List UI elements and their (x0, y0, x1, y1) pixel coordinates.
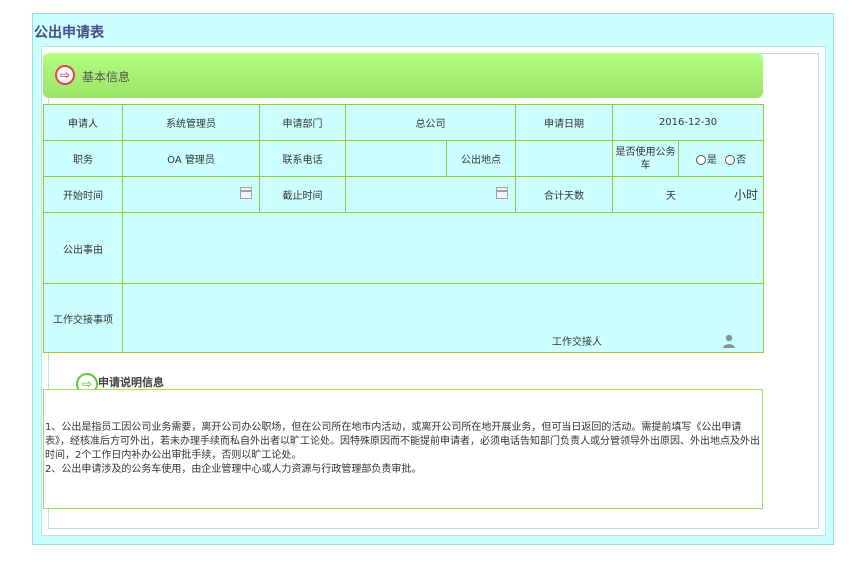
location-input[interactable] (515, 140, 613, 177)
applicant-value: 系统管理员 (122, 104, 260, 141)
calendar-icon[interactable] (496, 187, 508, 199)
notes-line-2: 2、公出申请涉及的公务车使用，由企业管理中心或人力资源与行政管理部负责审批。 (45, 464, 422, 475)
dept-label: 申请部门 (259, 104, 346, 141)
car-yes-radio[interactable] (695, 155, 706, 165)
car-yes-label: 是 (706, 155, 717, 166)
start-time-input[interactable] (122, 176, 260, 213)
handover-label: 工作交接事项 (43, 283, 123, 353)
basic-info-title: 基本信息 (82, 70, 131, 84)
table-row: 职务 OA 管理员 联系电话 公出地点 是否使用公务车 是 否 (43, 140, 764, 177)
notes-text: 1、公出是指员工因公司业务需要，离开公司办公职场，但在公司所在地市内活动，或离开… (44, 421, 762, 477)
table-row: 工作交接事项 工作交接人 (43, 283, 764, 353)
table-row: 申请人 系统管理员 申请部门 总公司 申请日期 2016-12-30 (43, 104, 764, 141)
dept-value: 总公司 (345, 104, 516, 141)
start-label: 开始时间 (43, 176, 123, 213)
location-label: 公出地点 (446, 140, 516, 177)
day-unit: 天 (666, 191, 676, 202)
reason-input[interactable] (122, 212, 764, 284)
car-label: 是否使用公务车 (612, 140, 679, 177)
notes-box: 1、公出是指员工因公司业务需要，离开公司办公职场，但在公司所在地市内活动，或离开… (43, 389, 763, 509)
position-label: 职务 (43, 140, 123, 177)
reason-label: 公出事由 (43, 212, 123, 284)
total-days-cell[interactable]: 天 小时 (612, 176, 764, 213)
notes-title: 申请说明信息 (98, 376, 164, 389)
handover-person-label: 工作交接人 (552, 337, 602, 348)
table-row: 开始时间 截止时间 合计天数 天 小时 (43, 176, 764, 213)
person-icon[interactable] (722, 334, 736, 348)
date-value: 2016-12-30 (612, 104, 764, 141)
notes-line-1: 1、公出是指员工因公司业务需要，离开公司办公职场，但在公司所在地市内活动，或离开… (45, 422, 760, 461)
calendar-icon[interactable] (240, 187, 252, 199)
car-no-radio[interactable] (725, 155, 736, 165)
basic-info-header: ⇨ 基本信息 (43, 53, 763, 98)
table-row: 公出事由 (43, 212, 764, 284)
end-time-input[interactable] (345, 176, 516, 213)
phone-label: 联系电话 (259, 140, 346, 177)
end-label: 截止时间 (259, 176, 346, 213)
position-value: OA 管理员 (122, 140, 260, 177)
hour-unit: 小时 (733, 188, 758, 202)
handover-input[interactable]: 工作交接人 (122, 283, 764, 353)
date-label: 申请日期 (515, 104, 613, 141)
car-radio-group: 是 否 (678, 140, 764, 177)
applicant-label: 申请人 (43, 104, 123, 141)
basic-info-table: 申请人 系统管理员 申请部门 总公司 申请日期 2016-12-30 职务 OA… (43, 104, 764, 353)
car-no-label: 否 (736, 155, 747, 166)
arrow-right-icon: ⇨ (55, 65, 75, 85)
page-title: 公出申请表 (34, 25, 104, 41)
phone-input[interactable] (345, 140, 447, 177)
total-label: 合计天数 (515, 176, 613, 213)
